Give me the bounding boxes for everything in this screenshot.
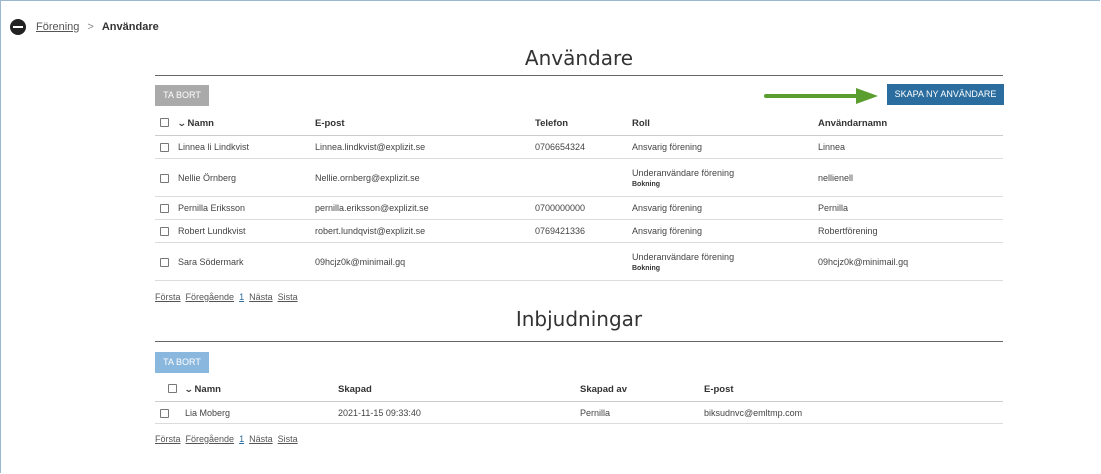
- users-pager: Första Föregående 1 Nästa Sista: [155, 292, 303, 302]
- invite-created-by: Pernilla: [580, 401, 704, 424]
- users-table-header: ⌄Namn E-post Telefon Roll Användarnamn: [155, 111, 1003, 136]
- user-email: 09hcjz0k@minimail.gq: [315, 242, 535, 281]
- user-role: Ansvarig förening: [632, 135, 818, 159]
- user-role: Underanvändare förening Bokning: [632, 242, 818, 281]
- invites-col-email: E-post: [704, 377, 1003, 402]
- pager-prev-link[interactable]: Föregående: [186, 434, 235, 444]
- user-name: Nellie Örnberg: [178, 158, 315, 197]
- row-checkbox[interactable]: [160, 257, 169, 267]
- user-username: Linnea: [818, 135, 1003, 159]
- annotation-arrow-icon: [764, 88, 878, 104]
- sort-down-icon: ⌄: [176, 117, 187, 128]
- user-username: 09hcjz0k@minimail.gq: [818, 242, 1003, 281]
- table-row[interactable]: Sara Södermark 09hcjz0k@minimail.gq Unde…: [155, 242, 1003, 281]
- user-name: Linnea li Lindkvist: [178, 135, 315, 159]
- users-delete-button[interactable]: TA BORT: [155, 85, 209, 106]
- invites-title-rule: [155, 341, 1003, 342]
- invites-col-created: Skapad: [338, 377, 580, 402]
- pager-page-link[interactable]: 1: [239, 292, 244, 302]
- pager-next-link[interactable]: Nästa: [249, 292, 273, 302]
- back-icon[interactable]: [10, 19, 26, 35]
- user-phone: 0769421336: [535, 219, 632, 243]
- user-role: Underanvändare förening Bokning: [632, 158, 818, 197]
- user-username: nellienell: [818, 158, 1003, 197]
- pager-next-link[interactable]: Nästa: [249, 434, 273, 444]
- pager-first-link[interactable]: Första: [155, 434, 181, 444]
- user-name: Robert Lundkvist: [178, 219, 315, 243]
- user-email: robert.lundqvist@explizit.se: [315, 219, 535, 243]
- table-row[interactable]: Linnea li Lindkvist Linnea.lindkvist@exp…: [155, 135, 1003, 159]
- user-phone: [535, 158, 632, 197]
- users-col-username: Användarnamn: [818, 111, 1003, 136]
- user-email: Linnea.lindkvist@explizit.se: [315, 135, 535, 159]
- invite-created: 2021-11-15 09:33:40: [338, 401, 580, 424]
- breadcrumb-parent-link[interactable]: Förening: [36, 21, 79, 33]
- breadcrumb-current: Användare: [101, 21, 159, 33]
- invites-table: ⌄Namn Skapad Skapad av E-post Lia Moberg…: [155, 377, 1003, 424]
- select-all-checkbox[interactable]: [168, 384, 177, 394]
- invites-col-name[interactable]: ⌄Namn: [183, 377, 338, 402]
- users-title-rule: [155, 75, 1003, 76]
- users-title: Användare: [524, 46, 634, 70]
- pager-last-link[interactable]: Sista: [278, 292, 298, 302]
- user-email: pernilla.eriksson@explizit.se: [315, 196, 535, 220]
- users-table: ⌄Namn E-post Telefon Roll Användarnamn L…: [155, 111, 1003, 281]
- invite-email: biksudnvc@emltmp.com: [704, 401, 1003, 424]
- sort-down-icon: ⌄: [183, 383, 194, 394]
- breadcrumb-separator: >: [87, 21, 94, 33]
- invite-name: Lia Moberg: [185, 401, 338, 424]
- users-col-role: Roll: [632, 111, 818, 136]
- users-col-phone: Telefon: [535, 111, 632, 136]
- pager-first-link[interactable]: Första: [155, 292, 181, 302]
- pager-last-link[interactable]: Sista: [278, 434, 298, 444]
- user-subrole: Bokning: [632, 264, 660, 272]
- user-subrole: Bokning: [632, 180, 660, 188]
- user-name: Pernilla Eriksson: [178, 196, 315, 220]
- user-username: Pernilla: [818, 196, 1003, 220]
- table-row[interactable]: Pernilla Eriksson pernilla.eriksson@expl…: [155, 196, 1003, 220]
- pager-page-link[interactable]: 1: [239, 434, 244, 444]
- user-phone: 0700000000: [535, 196, 632, 220]
- user-username: Robertförening: [818, 219, 1003, 243]
- invites-col-created-by: Skapad av: [580, 377, 704, 402]
- users-col-email: E-post: [315, 111, 535, 136]
- row-checkbox[interactable]: [160, 227, 169, 237]
- user-role: Ansvarig förening: [632, 196, 818, 220]
- invites-title: Inbjudningar: [515, 307, 643, 331]
- invites-delete-button[interactable]: TA BORT: [155, 352, 209, 373]
- row-checkbox[interactable]: [160, 408, 169, 418]
- users-col-name[interactable]: ⌄Namn: [176, 111, 315, 136]
- pager-prev-link[interactable]: Föregående: [186, 292, 235, 302]
- breadcrumb: Förening > Användare: [10, 18, 159, 36]
- user-name: Sara Södermark: [178, 242, 315, 281]
- table-row[interactable]: Nellie Örnberg Nellie.ornberg@explizit.s…: [155, 158, 1003, 197]
- table-row[interactable]: Lia Moberg 2021-11-15 09:33:40 Pernilla …: [155, 401, 1003, 424]
- select-all-checkbox[interactable]: [160, 118, 169, 128]
- create-user-button[interactable]: SKAPA NY ANVÄNDARE: [887, 84, 1004, 105]
- user-phone: 0706654324: [535, 135, 632, 159]
- invites-pager: Första Föregående 1 Nästa Sista: [155, 434, 303, 444]
- row-checkbox[interactable]: [160, 173, 169, 183]
- user-email: Nellie.ornberg@explizit.se: [315, 158, 535, 197]
- row-checkbox[interactable]: [160, 204, 169, 214]
- user-phone: [535, 242, 632, 281]
- table-row[interactable]: Robert Lundkvist robert.lundqvist@expliz…: [155, 219, 1003, 243]
- row-checkbox[interactable]: [160, 143, 169, 153]
- user-role: Ansvarig förening: [632, 219, 818, 243]
- invites-table-header: ⌄Namn Skapad Skapad av E-post: [155, 377, 1003, 402]
